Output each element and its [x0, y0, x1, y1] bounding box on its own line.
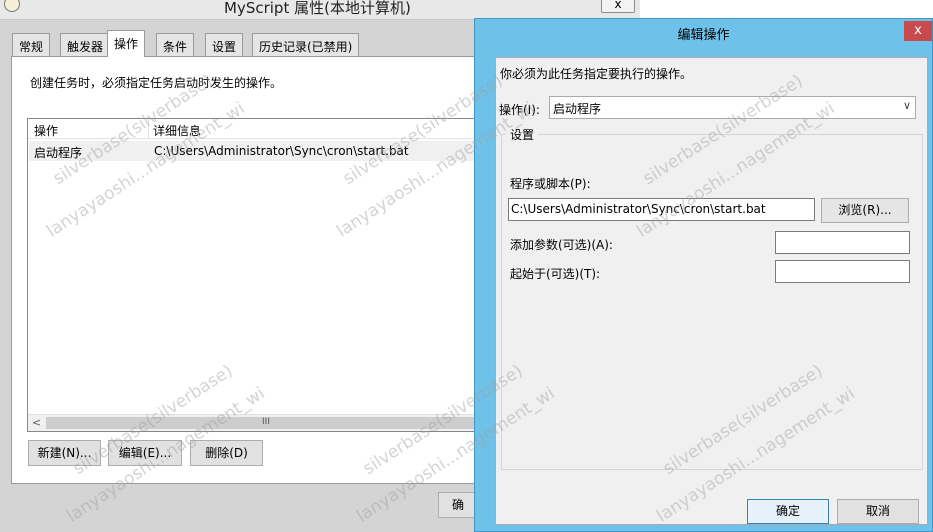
- arguments-input[interactable]: [775, 231, 910, 254]
- actions-description: 创建任务时，必须指定任务启动时发生的操作。: [30, 76, 283, 90]
- column-header-details[interactable]: 详细信息: [153, 122, 201, 139]
- browse-button[interactable]: 浏览(R)...: [821, 198, 909, 223]
- dialog-prompt: 你必须为此任务指定要执行的操作。: [500, 67, 693, 81]
- dialog-close-button[interactable]: x: [904, 21, 932, 41]
- delete-action-button[interactable]: 删除(D): [190, 440, 263, 466]
- properties-window-title: MyScript 属性(本地计算机): [224, 0, 411, 17]
- column-header-action[interactable]: 操作: [34, 122, 58, 139]
- tab-general[interactable]: 常规: [12, 33, 51, 56]
- scroll-left-icon[interactable]: <: [28, 415, 45, 431]
- action-label: 操作(I):: [499, 103, 540, 117]
- action-select-value: 启动程序: [553, 102, 602, 116]
- horizontal-scrollbar[interactable]: < III: [28, 414, 486, 431]
- dialog-body: 你必须为此任务指定要执行的操作。 操作(I): 启动程序 ∨ 设置 程序或脚本(…: [495, 57, 928, 525]
- chevron-down-icon[interactable]: ∨: [903, 99, 911, 112]
- tab-conditions[interactable]: 条件: [156, 33, 195, 56]
- actions-table: 操作 详细信息 启动程序 C:\Users\Administrator\Sync…: [27, 118, 487, 432]
- column-divider: [148, 119, 149, 139]
- properties-close-button[interactable]: x: [601, 0, 635, 13]
- ok-button[interactable]: 确定: [747, 499, 829, 524]
- settings-legend: 设置: [506, 126, 539, 143]
- start-in-input[interactable]: [775, 260, 910, 283]
- program-label: 程序或脚本(P):: [510, 177, 591, 191]
- dialog-title: 编辑操作: [677, 28, 730, 43]
- table-row[interactable]: 启动程序 C:\Users\Administrator\Sync\cron\st…: [29, 141, 485, 161]
- row-details-cell: C:\Users\Administrator\Sync\cron\start.b…: [154, 144, 409, 158]
- row-action-cell: 启动程序: [34, 146, 83, 160]
- tab-triggers[interactable]: 触发器: [60, 33, 111, 56]
- new-action-button[interactable]: 新建(N)...: [28, 440, 101, 466]
- edit-action-dialog: 编辑操作 x 你必须为此任务指定要执行的操作。 操作(I): 启动程序 ∨ 设置…: [474, 18, 933, 532]
- arguments-label: 添加参数(可选)(A):: [510, 238, 613, 252]
- edit-action-button[interactable]: 编辑(E)...: [108, 440, 182, 466]
- action-select[interactable]: 启动程序 ∨: [549, 96, 916, 119]
- clock-icon: [4, 0, 20, 12]
- properties-titlebar: MyScript 属性(本地计算机) x: [0, 0, 640, 20]
- start-in-label: 起始于(可选)(T):: [510, 267, 601, 281]
- properties-ok-button[interactable]: 确: [438, 492, 478, 518]
- tab-settings[interactable]: 设置: [205, 33, 244, 56]
- table-header: 操作 详细信息: [28, 119, 486, 139]
- tab-actions[interactable]: 操作: [107, 30, 146, 57]
- scrollbar-thumb[interactable]: III: [46, 417, 486, 429]
- program-input[interactable]: C:\Users\Administrator\Sync\cron\start.b…: [508, 198, 815, 221]
- tab-history[interactable]: 历史记录(已禁用): [252, 33, 360, 56]
- cancel-button[interactable]: 取消: [837, 499, 919, 524]
